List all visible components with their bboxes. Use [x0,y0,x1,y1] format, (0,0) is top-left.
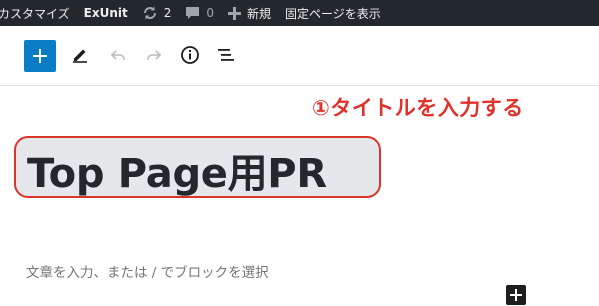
redo-icon [145,46,163,68]
edit-pencil-icon [71,46,89,68]
inline-inserter-button[interactable] [506,285,526,305]
updates-count: 2 [163,6,172,20]
view-page-link[interactable]: 固定ページを表示 [285,0,381,26]
annotation-label: ①タイトルを入力する [312,96,524,120]
editor-toolbar [0,26,599,86]
undo-icon [109,46,127,68]
updates-link[interactable]: 2 [142,0,172,26]
details-button[interactable] [174,41,206,73]
plus-icon [228,6,241,20]
view-page-label: 固定ページを表示 [285,6,381,21]
customize-label: カスタマイズ [0,6,70,21]
add-block-icon [33,49,47,63]
list-view-icon [216,47,236,67]
exunit-link[interactable]: ExUnit [84,0,128,26]
admin-bar: カスタマイズ ExUnit 2 0 新規 固定ページを表示 [0,0,599,26]
new-content-link[interactable]: 新規 [228,0,271,26]
customize-link[interactable]: カスタマイズ [0,0,70,26]
plus-icon [510,286,522,305]
add-block-button[interactable] [24,40,56,72]
tools-button[interactable] [64,41,96,73]
comments-link[interactable]: 0 [185,0,214,26]
updates-icon [142,5,158,21]
new-label: 新規 [247,6,272,21]
undo-button[interactable] [102,41,134,73]
post-title[interactable]: Top Page用PR [27,150,327,198]
info-icon [180,45,200,69]
comment-icon [185,6,200,20]
redo-button[interactable] [138,41,170,73]
exunit-label: ExUnit [83,6,128,20]
list-view-button[interactable] [210,41,242,73]
paragraph-placeholder[interactable]: 文章を入力、または / でブロックを選択 [26,261,269,281]
comments-count: 0 [206,6,214,20]
